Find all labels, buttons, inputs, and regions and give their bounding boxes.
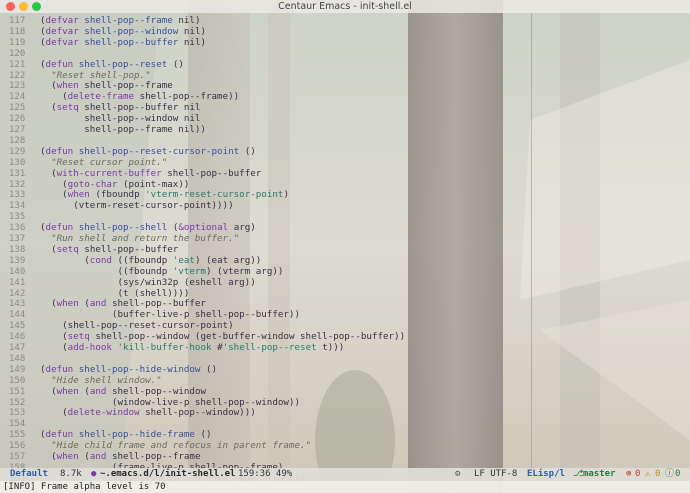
git-branch-icon: ⎇	[573, 469, 584, 479]
warning-count[interactable]: 0	[655, 468, 660, 481]
echo-area: [INFO] Frame alpha level is 70	[0, 481, 690, 493]
code-text: (when (and shell-pop--window	[40, 385, 207, 397]
code-editor[interactable]: 117 (defvar shell-pop--frame nil) 118 (defv…	[0, 13, 690, 484]
code-line[interactable]: 127 shell-pop--frame nil))	[0, 124, 530, 136]
code-line[interactable]: 147 (add-hook 'kill-buffer-hook #'shell-…	[0, 342, 530, 354]
cursor-position: 159:36 49%	[238, 469, 293, 479]
line-number: 122	[9, 70, 26, 81]
line-number: 119	[9, 37, 26, 48]
code-line[interactable]: 134 (vterm-reset-cursor-point))))	[0, 200, 530, 212]
line-number: 132	[9, 179, 26, 190]
gear-icon[interactable]: ⚙	[455, 468, 460, 481]
line-number: 151	[9, 386, 26, 397]
line-number: 120	[9, 48, 26, 59]
line-number: 130	[9, 157, 26, 168]
line-number: 143	[9, 299, 26, 310]
info-count[interactable]: 0	[675, 468, 680, 481]
code-text: (add-hook 'kill-buffer-hook #'shell-pop-…	[40, 342, 345, 353]
line-number: 156	[9, 441, 26, 452]
line-number: 128	[9, 135, 26, 146]
mode-line: Default 8.7k ● ~.emacs.d/l/init-shell.el…	[0, 468, 690, 481]
line-number: 157	[9, 452, 26, 462]
line-number: 137	[9, 234, 26, 244]
code-line[interactable]: 150 "Hide shell window."	[0, 375, 530, 387]
line-number: 150	[9, 375, 26, 386]
close-window-button[interactable]	[6, 2, 15, 11]
code-text: ((fboundp 'vterm) (vterm arg))	[40, 265, 284, 277]
error-count[interactable]: 0	[635, 468, 640, 481]
line-number: 124	[9, 92, 26, 103]
code-text: (delete-window shell-pop--window)))	[40, 407, 256, 419]
line-number: 127	[9, 125, 26, 135]
fill-column-indicator	[531, 13, 532, 468]
maximize-window-button[interactable]	[32, 2, 41, 11]
line-number: 121	[9, 59, 26, 70]
code-line[interactable]: 153 (delete-window shell-pop--window)))	[0, 407, 530, 419]
line-number: 148	[9, 353, 26, 364]
git-branch[interactable]: master	[583, 468, 616, 481]
code-text: (defvar shell-pop--buffer nil)	[40, 36, 207, 48]
code-line[interactable]: 119 (defvar shell-pop--buffer nil)	[0, 36, 530, 49]
line-number: 153	[9, 408, 26, 419]
line-number: 133	[9, 190, 26, 201]
code-text: (sys/win32p (eshell arg))	[40, 276, 256, 288]
line-number: 123	[9, 81, 26, 92]
line-number: 135	[9, 212, 26, 223]
buffer-size: 8.7k	[60, 469, 82, 479]
encoding-info[interactable]: LF UTF-8	[474, 468, 517, 481]
line-number: 136	[9, 223, 26, 234]
line-number: 125	[9, 103, 26, 114]
error-icon: ⊗	[626, 469, 632, 479]
line-number: 129	[9, 146, 26, 157]
line-number: 118	[9, 26, 26, 37]
info-icon: ⓘ	[665, 469, 675, 479]
title-bar: Centaur Emacs - init-shell.el	[0, 0, 690, 13]
line-number: 149	[9, 364, 26, 375]
line-number: 126	[9, 114, 26, 125]
code-text: shell-pop--frame nil))	[40, 124, 206, 135]
code-text: (vterm-reset-cursor-point))))	[40, 200, 234, 212]
line-number: 145	[9, 321, 26, 332]
code-line[interactable]: 141 (sys/win32p (eshell arg))	[0, 276, 530, 289]
minimize-window-button[interactable]	[19, 2, 28, 11]
line-number: 134	[9, 201, 26, 212]
line-number: 152	[9, 397, 26, 408]
warning-icon: ⚠	[645, 469, 651, 479]
line-number: 154	[9, 419, 26, 430]
line-number: 146	[9, 332, 26, 343]
line-number: 138	[9, 244, 26, 255]
line-number: 147	[9, 343, 26, 353]
workspace-name[interactable]: Default	[10, 468, 48, 481]
line-number: 131	[9, 168, 26, 179]
line-number: 141	[9, 277, 26, 288]
line-number: 142	[9, 288, 26, 299]
code-line[interactable]: 151 (when (and shell-pop--window	[0, 385, 530, 398]
emacs-window: Centaur Emacs - init-shell.el 117 (defvar…	[0, 0, 690, 493]
modified-indicator-icon: ●	[91, 469, 97, 479]
line-number: 144	[9, 310, 26, 321]
line-number: 139	[9, 255, 26, 266]
window-title: Centaur Emacs - init-shell.el	[278, 1, 412, 12]
major-mode[interactable]: ELisp/l	[527, 468, 565, 481]
line-number: 155	[9, 430, 26, 441]
buffer-path[interactable]: ~.emacs.d/l/init-shell.el	[100, 468, 235, 481]
line-number: 117	[9, 16, 26, 26]
line-number: 140	[9, 266, 26, 277]
code-line[interactable]: 140 ((fboundp 'vterm) (vterm arg))	[0, 265, 530, 278]
